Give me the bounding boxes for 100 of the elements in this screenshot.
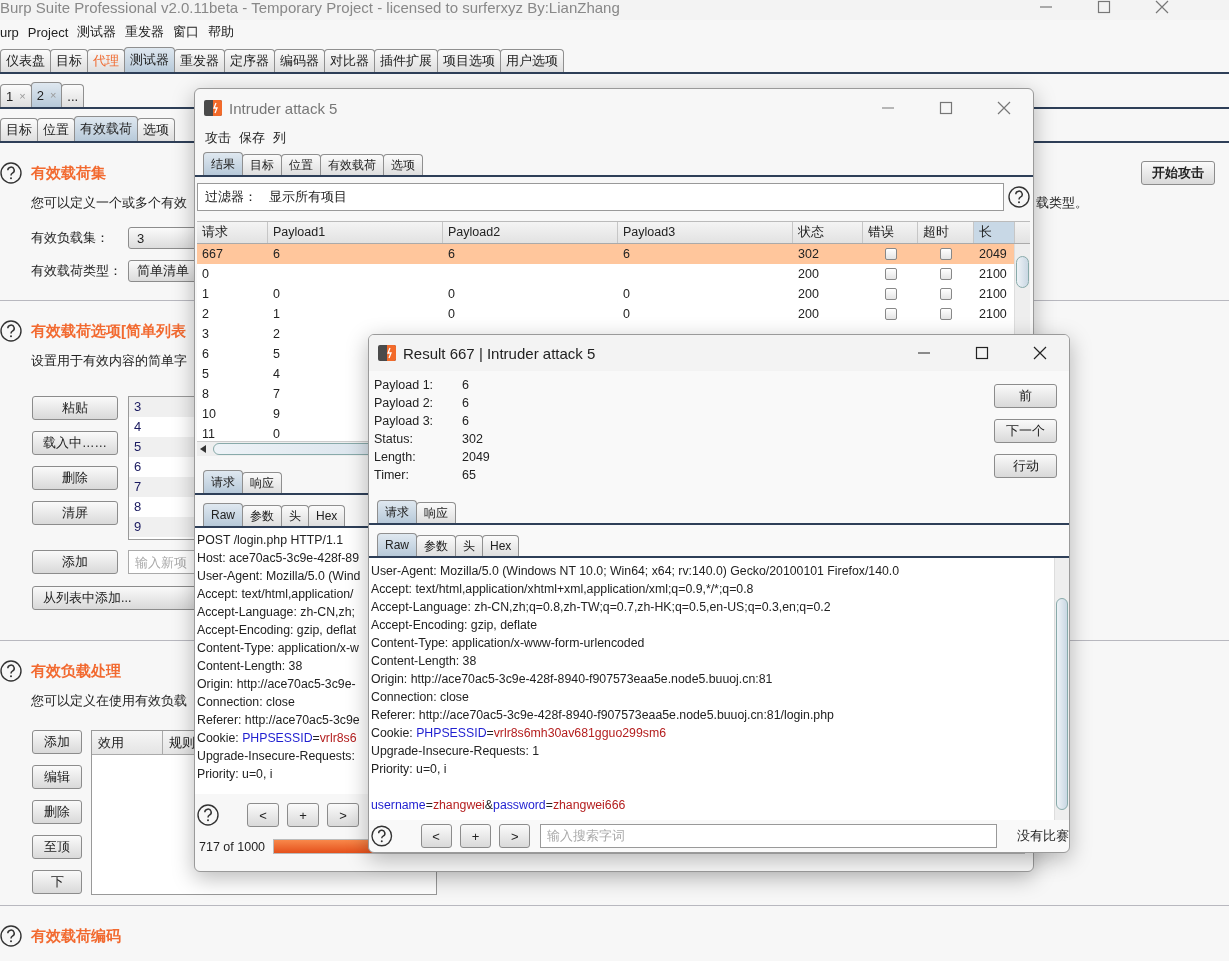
tab[interactable]: 编码器: [274, 49, 325, 72]
column-header[interactable]: Payload2: [443, 222, 618, 243]
search-field[interactable]: 输入搜索字词: [540, 824, 997, 848]
checkbox[interactable]: [940, 248, 952, 260]
column-header[interactable]: 状态: [793, 222, 863, 243]
tab[interactable]: 响应: [242, 472, 282, 493]
rule-action-button[interactable]: 至顶: [32, 835, 82, 859]
checkbox[interactable]: [884, 248, 897, 260]
tab[interactable]: 请求: [203, 470, 243, 493]
table-cell: 2: [202, 307, 209, 321]
tab[interactable]: 位置: [37, 118, 75, 141]
tab[interactable]: 头: [281, 505, 309, 526]
help-icon[interactable]: [0, 320, 22, 342]
nav-button[interactable]: +: [287, 803, 319, 827]
menu-item[interactable]: 帮助: [208, 23, 235, 41]
close-icon[interactable]: [1033, 346, 1047, 360]
tab[interactable]: 位置: [281, 154, 321, 175]
menu-item[interactable]: Project: [27, 24, 69, 40]
tab[interactable]: 头: [455, 535, 483, 556]
tab[interactable]: 用户选项: [500, 49, 564, 72]
tab[interactable]: Raw: [377, 533, 417, 556]
column-header[interactable]: Payload1: [268, 222, 443, 243]
tab[interactable]: 选项: [383, 154, 423, 175]
tab[interactable]: 1 ×: [0, 84, 32, 107]
nav-button[interactable]: +: [459, 824, 492, 848]
column-header[interactable]: Payload3: [618, 222, 793, 243]
tab[interactable]: 响应: [416, 502, 456, 523]
help-icon[interactable]: [371, 825, 393, 847]
nav-button[interactable]: <: [247, 803, 279, 827]
table-row[interactable]: 0 200 2100: [197, 264, 1030, 284]
tab[interactable]: 目标: [0, 118, 38, 141]
tab[interactable]: 目标: [242, 154, 282, 175]
table-row[interactable]: 1 0 0 0 200 2100: [197, 284, 1030, 304]
list-action-button[interactable]: 粘贴: [32, 396, 118, 420]
rule-action-button[interactable]: 下: [32, 870, 82, 894]
tab[interactable]: 项目选项: [437, 49, 501, 72]
tab[interactable]: Raw: [203, 503, 243, 526]
tab[interactable]: Hex: [482, 535, 520, 556]
column-header[interactable]: 请求: [197, 222, 268, 243]
column-header[interactable]: 错误: [863, 222, 918, 243]
filter-bar[interactable]: 过滤器： 显示所有项目: [197, 183, 1004, 211]
vertical-scrollbar[interactable]: [1054, 558, 1069, 820]
menu-item[interactable]: 窗口: [173, 23, 200, 41]
tab[interactable]: 有效载荷: [74, 116, 138, 141]
add-button[interactable]: 添加: [32, 550, 118, 574]
tab[interactable]: 结果: [203, 152, 243, 175]
menu-item[interactable]: urp: [0, 24, 19, 40]
checkbox[interactable]: [884, 268, 897, 280]
tab[interactable]: 参数: [242, 505, 282, 526]
list-action-button[interactable]: 清屏: [32, 501, 118, 525]
rule-action-button[interactable]: 编辑: [32, 765, 82, 789]
help-icon[interactable]: [1008, 186, 1030, 208]
tab[interactable]: 有效载荷: [320, 154, 384, 175]
tab[interactable]: ...: [61, 84, 85, 107]
menu-item[interactable]: 重发器: [125, 23, 165, 41]
scroll-left-icon[interactable]: [199, 444, 207, 454]
menu-item[interactable]: 列: [273, 129, 286, 147]
column-header[interactable]: 效用: [92, 731, 163, 754]
menu-item[interactable]: 测试器: [77, 23, 117, 41]
tab[interactable]: 目标: [50, 49, 88, 72]
maximize-icon[interactable]: [975, 346, 989, 360]
nav-button[interactable]: >: [327, 803, 359, 827]
checkbox[interactable]: [884, 308, 897, 320]
tab[interactable]: 对比器: [324, 49, 375, 72]
help-icon[interactable]: [0, 162, 22, 184]
help-icon[interactable]: [0, 660, 22, 682]
tab[interactable]: 请求: [377, 500, 417, 523]
start-attack-button[interactable]: 开始攻击: [1141, 161, 1215, 185]
menu-item[interactable]: 攻击: [205, 129, 231, 147]
tab[interactable]: 选项: [137, 118, 175, 141]
section-title: 有效载荷选项[简单列表: [31, 321, 186, 341]
menu-item[interactable]: 保存: [239, 129, 265, 147]
checkbox[interactable]: [940, 288, 952, 300]
tab[interactable]: Hex: [308, 505, 346, 526]
tab[interactable]: 插件扩展: [374, 49, 438, 72]
nav-button[interactable]: <: [420, 824, 452, 848]
column-header[interactable]: 长: [974, 222, 1015, 243]
tab[interactable]: 参数: [416, 535, 456, 556]
tab[interactable]: 重发器: [174, 49, 225, 72]
result-nav-button[interactable]: 前: [994, 384, 1057, 408]
tab[interactable]: 2 ×: [30, 82, 63, 107]
result-nav-button[interactable]: 下一个: [994, 419, 1057, 443]
rule-action-button[interactable]: 删除: [32, 800, 82, 824]
help-icon[interactable]: [0, 925, 22, 947]
checkbox[interactable]: [884, 288, 897, 300]
rule-action-button[interactable]: 添加: [32, 730, 82, 754]
checkbox[interactable]: [940, 308, 952, 320]
nav-button[interactable]: >: [499, 824, 531, 848]
table-row[interactable]: 2 1 0 0 200 2100: [197, 304, 1030, 324]
list-action-button[interactable]: 载入中……: [32, 431, 118, 455]
checkbox[interactable]: [940, 268, 952, 280]
tab[interactable]: 定序器: [224, 49, 275, 72]
tab[interactable]: 仪表盘: [0, 49, 51, 72]
code-line: Content-Length: 38: [371, 653, 477, 670]
table-cell: 0: [448, 307, 455, 321]
help-icon[interactable]: [197, 804, 219, 826]
result-nav-button[interactable]: 行动: [994, 454, 1057, 478]
list-action-button[interactable]: 删除: [32, 466, 118, 490]
table-cell: 1: [202, 287, 209, 301]
tab[interactable]: 测试器: [124, 47, 175, 72]
